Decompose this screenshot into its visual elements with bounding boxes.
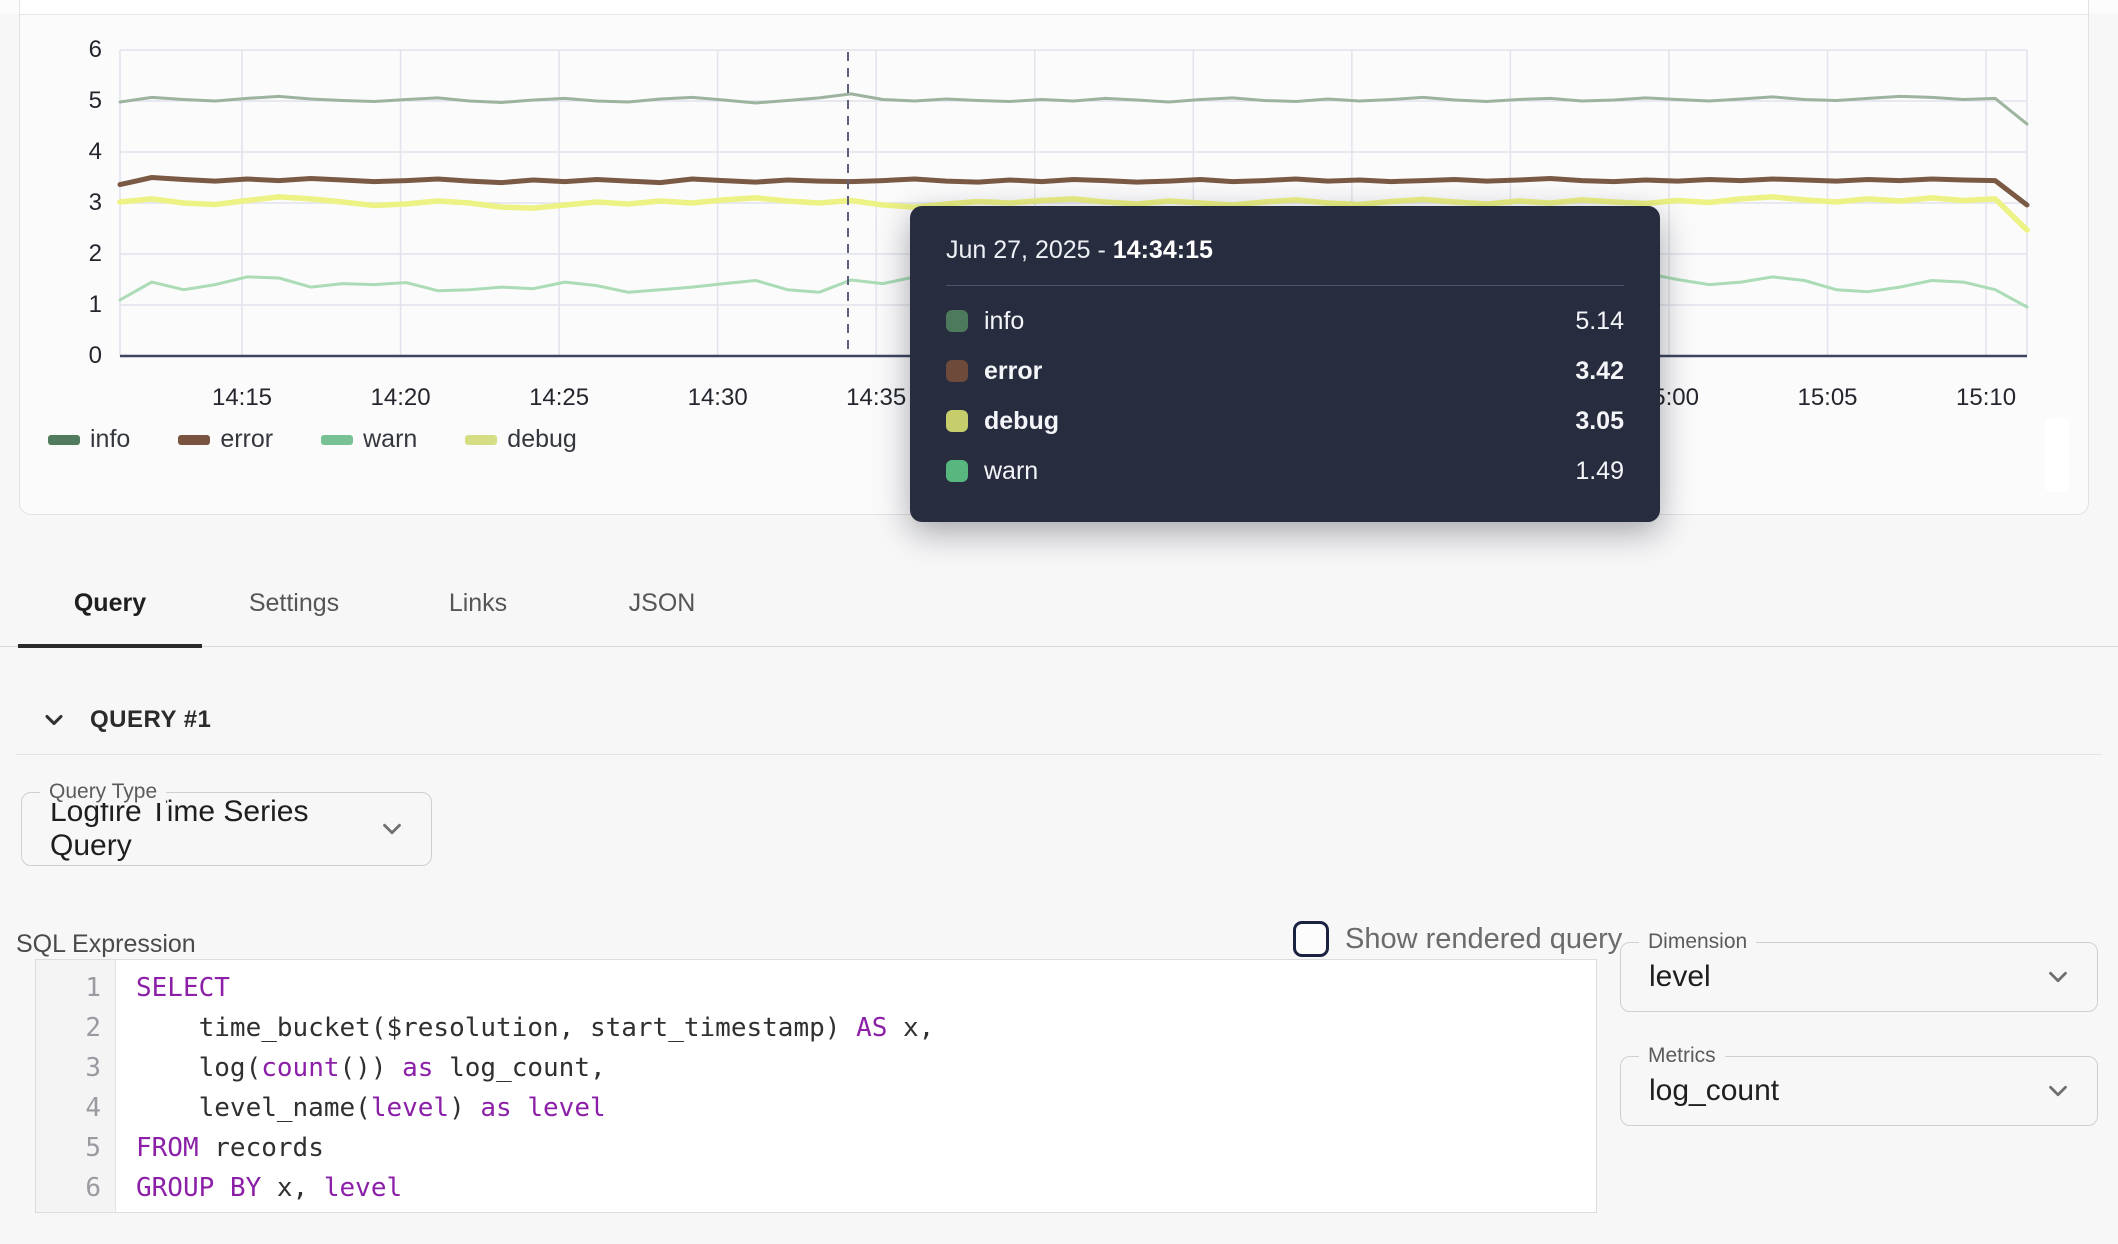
line-number: 4 bbox=[36, 1088, 101, 1128]
tooltip-swatch bbox=[946, 460, 968, 482]
legend-item-info[interactable]: info bbox=[48, 425, 130, 454]
sql-code[interactable]: SELECT time_bucket($resolution, start_ti… bbox=[116, 960, 1596, 1212]
x-tick-label: 14:15 bbox=[192, 384, 292, 412]
legend-label: error bbox=[220, 425, 273, 454]
legend-swatch bbox=[321, 435, 353, 445]
tooltip-row-warn: warn 1.49 bbox=[946, 457, 1624, 486]
y-tick-label: 0 bbox=[62, 342, 102, 370]
chevron-down-icon bbox=[2043, 962, 2073, 992]
series-info bbox=[120, 94, 2027, 124]
dimension-value: level bbox=[1649, 960, 1711, 994]
scrollbar-thumb[interactable] bbox=[2045, 418, 2069, 492]
panel-editor-tabs: Query Settings Links JSON bbox=[18, 560, 754, 646]
show-rendered-query-row: Show rendered query bbox=[1293, 921, 1622, 957]
legend-item-debug[interactable]: debug bbox=[465, 425, 577, 454]
query-section-divider bbox=[16, 754, 2102, 755]
tooltip-timestamp: Jun 27, 2025 - 14:34:15 bbox=[946, 236, 1624, 265]
tab-settings[interactable]: Settings bbox=[202, 560, 386, 646]
line-number: 3 bbox=[36, 1048, 101, 1088]
y-tick-label: 4 bbox=[62, 138, 102, 166]
line-number: 5 bbox=[36, 1128, 101, 1168]
y-tick-label: 1 bbox=[62, 291, 102, 319]
tooltip-series-label: warn bbox=[984, 457, 1038, 486]
code-line: time_bucket($resolution, start_timestamp… bbox=[136, 1008, 1596, 1048]
metrics-value: log_count bbox=[1649, 1074, 1779, 1108]
tooltip-swatch bbox=[946, 410, 968, 432]
chevron-down-icon[interactable] bbox=[40, 706, 68, 734]
sql-expression-label: SQL Expression bbox=[16, 930, 196, 959]
code-line: SELECT bbox=[136, 968, 1596, 1008]
tooltip-series-value: 3.05 bbox=[1575, 407, 1624, 436]
chevron-down-icon bbox=[377, 814, 407, 844]
query-1-header[interactable]: QUERY #1 bbox=[40, 706, 211, 734]
tooltip-series-value: 5.14 bbox=[1575, 307, 1624, 336]
line-number: 1 bbox=[36, 968, 101, 1008]
y-tick-label: 5 bbox=[62, 87, 102, 115]
tab-query[interactable]: Query bbox=[18, 560, 202, 646]
x-tick-label: 15:05 bbox=[1778, 384, 1878, 412]
code-line: log(count()) as log_count, bbox=[136, 1048, 1596, 1088]
dimension-select[interactable]: Dimension level bbox=[1620, 942, 2098, 1012]
tab-json[interactable]: JSON bbox=[570, 560, 754, 646]
line-numbers: 123456 bbox=[36, 960, 116, 1212]
tooltip-row-error: error 3.42 bbox=[946, 357, 1624, 386]
chart-tooltip: Jun 27, 2025 - 14:34:15 info 5.14 error 3.4… bbox=[910, 206, 1660, 522]
legend-swatch bbox=[178, 435, 210, 445]
tab-links[interactable]: Links bbox=[386, 560, 570, 646]
query-type-select[interactable]: Query Type Logfire Time Series Query bbox=[21, 792, 432, 866]
legend-label: warn bbox=[363, 425, 417, 454]
sql-code-editor[interactable]: 123456 SELECT time_bucket($resolution, s… bbox=[35, 959, 1597, 1213]
tab-label: Query bbox=[74, 589, 146, 618]
tooltip-swatch bbox=[946, 310, 968, 332]
tabbar-divider bbox=[0, 646, 2118, 647]
legend-swatch bbox=[465, 435, 497, 445]
tab-label: Links bbox=[449, 589, 507, 618]
tooltip-series-label: debug bbox=[984, 407, 1059, 436]
chevron-down-icon bbox=[2043, 1076, 2073, 1106]
chart-legend: info error warn debug bbox=[48, 425, 577, 454]
y-tick-label: 3 bbox=[62, 189, 102, 217]
tooltip-row-info: info 5.14 bbox=[946, 307, 1624, 336]
x-tick-label: 15:10 bbox=[1936, 384, 2036, 412]
tooltip-series-label: error bbox=[984, 357, 1042, 386]
show-rendered-query-checkbox[interactable] bbox=[1293, 921, 1329, 957]
legend-label: info bbox=[90, 425, 130, 454]
legend-swatch bbox=[48, 435, 80, 445]
metrics-select[interactable]: Metrics log_count bbox=[1620, 1056, 2098, 1126]
legend-label: debug bbox=[507, 425, 577, 454]
tab-label: Settings bbox=[249, 589, 339, 618]
code-line: FROM records bbox=[136, 1128, 1596, 1168]
x-tick-label: 14:25 bbox=[509, 384, 609, 412]
metrics-label: Metrics bbox=[1639, 1045, 1725, 1067]
line-number: 2 bbox=[36, 1008, 101, 1048]
legend-item-warn[interactable]: warn bbox=[321, 425, 417, 454]
code-line: level_name(level) as level bbox=[136, 1088, 1596, 1128]
y-tick-label: 6 bbox=[62, 36, 102, 64]
line-number: 6 bbox=[36, 1168, 101, 1208]
query-1-title: QUERY #1 bbox=[90, 706, 211, 734]
dimension-label: Dimension bbox=[1639, 931, 1756, 953]
query-type-label: Query Type bbox=[40, 781, 166, 803]
x-tick-label: 14:20 bbox=[351, 384, 451, 412]
tooltip-series-value: 1.49 bbox=[1575, 457, 1624, 486]
tooltip-series-value: 3.42 bbox=[1575, 357, 1624, 386]
query-type-value: Logfire Time Series Query bbox=[50, 795, 377, 863]
tooltip-series-label: info bbox=[984, 307, 1024, 336]
tooltip-divider bbox=[946, 285, 1624, 286]
code-line: GROUP BY x, level bbox=[136, 1168, 1596, 1208]
x-tick-label: 14:30 bbox=[668, 384, 768, 412]
legend-item-error[interactable]: error bbox=[178, 425, 273, 454]
y-tick-label: 2 bbox=[62, 240, 102, 268]
show-rendered-query-label: Show rendered query bbox=[1345, 923, 1622, 956]
tab-label: JSON bbox=[629, 589, 696, 618]
tooltip-row-debug: debug 3.05 bbox=[946, 407, 1624, 436]
active-tab-indicator bbox=[18, 644, 202, 648]
tooltip-swatch bbox=[946, 360, 968, 382]
